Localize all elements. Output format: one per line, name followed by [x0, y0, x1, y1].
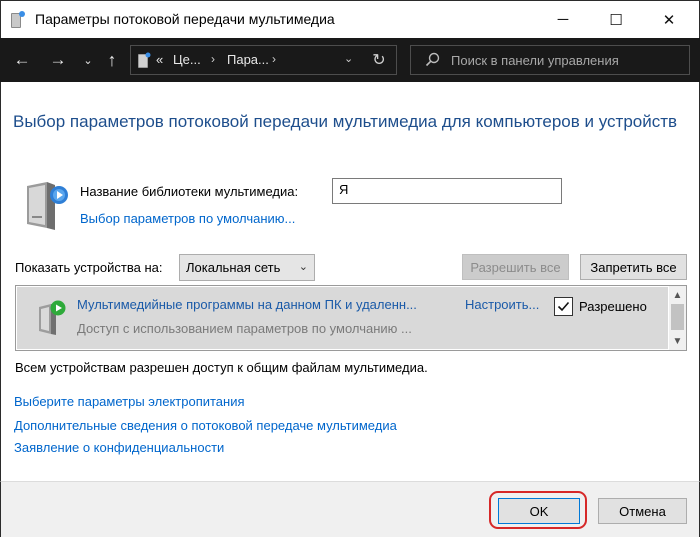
breadcrumb-separator[interactable]: › — [211, 52, 215, 66]
list-item[interactable]: Мультимедийные программы на данном ПК и … — [17, 287, 668, 349]
window-title: Параметры потоковой передачи мультимедиа — [35, 11, 335, 27]
main-content: Выбор параметров потоковой передачи муль… — [0, 82, 700, 481]
breadcrumb-separator[interactable]: › — [272, 52, 276, 66]
address-dropdown-icon[interactable]: ⌄ — [344, 52, 353, 65]
allowed-label: Разрешено — [579, 299, 647, 314]
breadcrumb-item[interactable]: Це... — [173, 52, 201, 67]
configure-link[interactable]: Настроить... — [465, 297, 539, 312]
status-text: Всем устройствам разрешен доступ к общим… — [15, 360, 428, 375]
forward-arrow-icon[interactable]: → — [46, 48, 70, 72]
device-subtitle: Доступ с использованием параметров по ум… — [77, 321, 412, 336]
maximize-button[interactable]: ☐ — [593, 1, 639, 38]
chevron-down-icon: ⌄ — [298, 261, 308, 273]
dialog-footer: OK Отмена — [0, 481, 700, 537]
title-bar: Параметры потоковой передачи мультимедиа… — [0, 0, 700, 38]
device-list: Мультимедийные программы на данном ПК и … — [15, 285, 687, 351]
allow-all-button[interactable]: Разрешить все — [462, 254, 569, 280]
search-input[interactable] — [451, 50, 681, 70]
cancel-button[interactable]: Отмена — [598, 498, 687, 524]
streaming-info-link[interactable]: Дополнительные сведения о потоковой пере… — [14, 418, 397, 433]
close-button[interactable]: ✕ — [646, 1, 692, 38]
media-device-icon — [35, 299, 67, 337]
breadcrumb-overflow[interactable]: « — [156, 52, 163, 67]
address-bar: ← → ⌄ ↑ « Це... › Пара... › ⌄ ↻ — [0, 38, 700, 82]
checkmark-icon — [557, 301, 570, 312]
search-box[interactable] — [410, 45, 690, 75]
power-options-link[interactable]: Выберите параметры электропитания — [14, 394, 245, 409]
ok-button[interactable]: OK — [498, 498, 580, 524]
library-name-input[interactable]: Я — [332, 178, 562, 204]
scroll-down-icon[interactable]: ▼ — [669, 334, 686, 348]
back-arrow-icon[interactable]: ← — [10, 48, 34, 72]
scroll-up-icon[interactable]: ▲ — [669, 288, 686, 302]
device-name[interactable]: Мультимедийные программы на данном ПК и … — [77, 297, 417, 312]
media-server-icon — [10, 10, 26, 30]
up-arrow-icon[interactable]: ↑ — [101, 48, 123, 72]
library-name-label: Название библиотеки мультимедиа: — [80, 184, 299, 199]
network-select-value: Локальная сеть — [186, 260, 281, 275]
scroll-thumb[interactable] — [671, 304, 684, 330]
control-panel-icon — [137, 52, 151, 69]
network-select[interactable]: Локальная сеть ⌄ — [179, 254, 315, 281]
page-title: Выбор параметров потоковой передачи муль… — [13, 112, 678, 131]
default-settings-link[interactable]: Выбор параметров по умолчанию... — [80, 211, 295, 226]
breadcrumb[interactable]: « Це... › Пара... › ⌄ ↻ — [130, 45, 397, 75]
minimize-button[interactable]: ─ — [540, 1, 586, 38]
breadcrumb-item[interactable]: Пара... — [227, 52, 269, 67]
search-icon — [425, 52, 441, 68]
block-all-button[interactable]: Запретить все — [580, 254, 687, 280]
media-server-icon — [21, 180, 71, 232]
recent-locations-chevron-icon[interactable]: ⌄ — [80, 48, 96, 72]
scrollbar[interactable]: ▲ ▼ — [669, 286, 686, 350]
allowed-checkbox[interactable] — [554, 297, 573, 316]
refresh-icon[interactable]: ↻ — [367, 49, 391, 71]
privacy-statement-link[interactable]: Заявление о конфиденциальности — [14, 440, 224, 455]
show-devices-label: Показать устройства на: — [15, 260, 163, 275]
